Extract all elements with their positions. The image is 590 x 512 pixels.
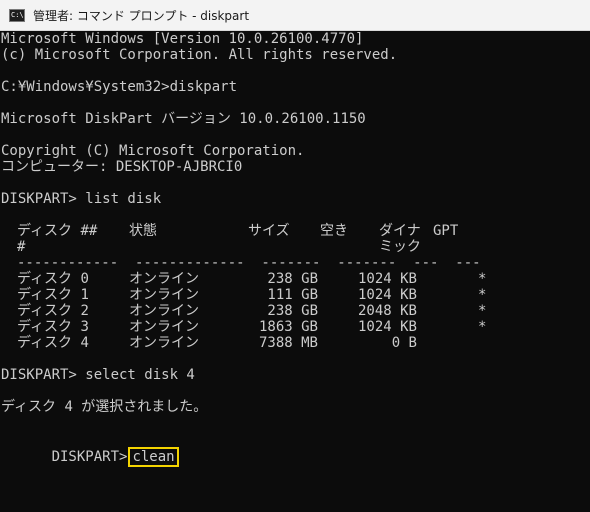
diskpart-launch-line: C:¥Windows¥System32>diskpart: [1, 79, 238, 95]
table-header-gpt: GPT: [433, 223, 459, 239]
table-cell-size: 1863 GB: [258, 319, 318, 335]
table-cell-free: 1024 KB: [357, 271, 417, 287]
console-icon: C:\: [9, 9, 25, 22]
copyright-line: Copyright (C) Microsoft Corporation.: [1, 143, 305, 159]
table-cell-free: 1024 KB: [357, 287, 417, 303]
list-disk-command: DISKPART> list disk: [1, 191, 162, 207]
table-row: ディスク 2 オンライン 238 GB 2048 KB *: [0, 303, 590, 319]
diskpart-version-line: Microsoft DiskPart バージョン 10.0.26100.1150: [1, 111, 366, 127]
table-cell-gpt: *: [478, 319, 487, 335]
table-cell-status: オンライン: [129, 335, 199, 351]
diskpart-prompt: DISKPART>: [51, 449, 128, 465]
table-cell-disk: ディスク 3: [17, 319, 89, 335]
table-cell-size: 238 GB: [267, 271, 318, 287]
table-cell-size: 7388 MB: [258, 335, 318, 351]
table-cell-gpt: *: [478, 303, 487, 319]
table-row: ディスク 4 オンライン 7388 MB 0 B: [0, 335, 590, 351]
table-header-free: 空き: [320, 223, 348, 239]
table-header-status: 状態: [129, 223, 157, 239]
table-cell-free: 0 B: [391, 335, 417, 351]
banner-line-1: Microsoft Windows [Version 10.0.26100.47…: [1, 31, 364, 47]
console-output[interactable]: Microsoft Windows [Version 10.0.26100.47…: [0, 31, 590, 512]
select-disk-command: DISKPART> select disk 4: [1, 367, 195, 383]
table-cell-disk: ディスク 2: [17, 303, 89, 319]
command-prompt-window: C:\ 管理者: コマンド プロンプト - diskpart Microsoft…: [0, 0, 590, 512]
table-cell-free: 2048 KB: [357, 303, 417, 319]
table-cell-status: オンライン: [129, 303, 199, 319]
table-cell-gpt: *: [478, 271, 487, 287]
table-row: ディスク 0 オンライン 238 GB 1024 KB *: [0, 271, 590, 287]
table-separator: ------------ ------------- ------- -----…: [17, 255, 481, 271]
banner-line-2: (c) Microsoft Corporation. All rights re…: [1, 47, 398, 63]
table-row: ディスク 1 オンライン 111 GB 1024 KB *: [0, 287, 590, 303]
table-cell-gpt: *: [478, 287, 487, 303]
table-cell-status: オンライン: [129, 271, 199, 287]
computer-name-line: コンピューター: DESKTOP-AJBRCI0: [1, 159, 243, 175]
table-row: ディスク 3 オンライン 1863 GB 1024 KB *: [0, 319, 590, 335]
table-cell-disk: ディスク 4: [17, 335, 89, 351]
table-cell-disk: ディスク 0: [17, 271, 89, 287]
table-cell-size: 238 GB: [267, 303, 318, 319]
table-cell-disk: ディスク 1: [17, 287, 89, 303]
window-title: 管理者: コマンド プロンプト - diskpart: [33, 9, 250, 23]
selection-result-line: ディスク 4 が選択されました。: [1, 399, 208, 415]
table-header-disk: ディスク ###: [17, 223, 98, 255]
table-cell-free: 1024 KB: [357, 319, 417, 335]
current-prompt-line[interactable]: DISKPART> clean: [1, 430, 179, 467]
title-bar[interactable]: C:\ 管理者: コマンド プロンプト - diskpart: [0, 0, 590, 31]
table-header-dynamic: ダイナミック: [379, 223, 421, 255]
table-cell-status: オンライン: [129, 319, 199, 335]
table-cell-size: 111 GB: [267, 287, 318, 303]
table-header-size: サイズ: [248, 223, 290, 239]
typed-command-clean[interactable]: clean: [128, 447, 179, 467]
disk-table: ディスク ### 状態 サイズ 空き ダイナミック GPT ----------…: [0, 223, 590, 353]
table-cell-status: オンライン: [129, 287, 199, 303]
